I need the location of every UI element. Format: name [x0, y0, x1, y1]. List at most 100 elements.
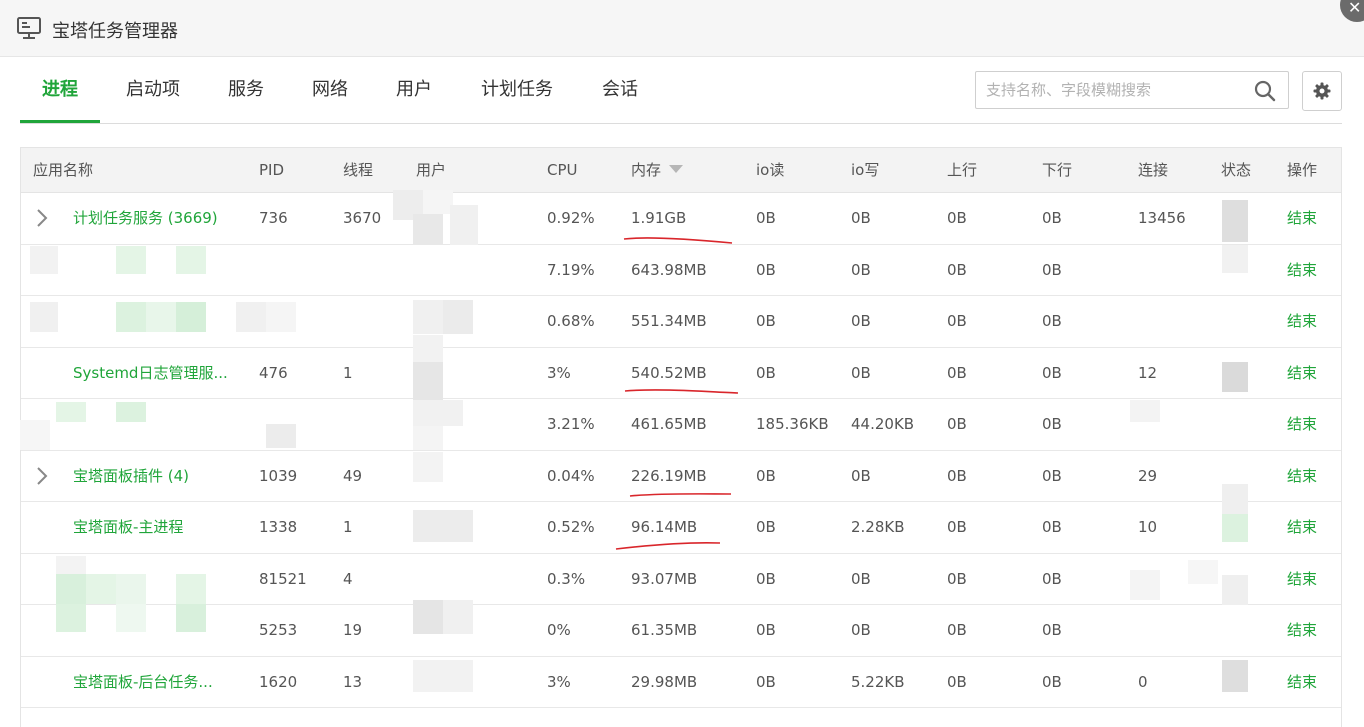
cell-down: 0B: [1042, 466, 1062, 485]
table-row[interactable]: 宝塔面板-主进程 1338 1 0.52% 96.14MB 0B 2.28KB 0B 0B 10 结…: [21, 502, 1341, 554]
table-row[interactable]: 7.19% 643.98MB 0B 0B 0B 0B 结束: [21, 245, 1341, 296]
redaction-mosaic: [413, 426, 443, 450]
settings-button[interactable]: [1302, 71, 1342, 111]
cell-pid: 1039: [259, 466, 298, 485]
cell-conn: 0: [1138, 672, 1148, 691]
end-process-button[interactable]: 结束: [1287, 554, 1317, 604]
table-row[interactable]: 5253 19 0% 61.35MB 0B 0B 0B 0B 结束: [21, 605, 1341, 657]
table-row[interactable]: Systemd日志管理服... 476 1 3% 540.52MB 0B 0B 0B 0B 12 结…: [21, 348, 1341, 399]
cell-name[interactable]: 宝塔面板-后台任务...: [73, 657, 213, 707]
cell-io-write: 0B: [851, 569, 871, 588]
redaction-mosaic: [176, 604, 206, 632]
end-process-button[interactable]: 结束: [1287, 296, 1317, 346]
table-row[interactable]: 计划任务服务 (3669) 736 3670 0.92% 1.91GB 0B 0B 0B 0B 1…: [21, 193, 1341, 245]
end-process-button[interactable]: 结束: [1287, 245, 1317, 295]
col-threads[interactable]: 线程: [343, 148, 373, 193]
col-conn[interactable]: 连接: [1138, 148, 1168, 193]
cell-io-write: 44.20KB: [851, 415, 915, 433]
cell-cpu: 0%: [547, 621, 571, 639]
cell-io-read: 0B: [756, 569, 776, 588]
redaction-mosaic: [423, 190, 453, 214]
redaction-mosaic: [413, 510, 473, 542]
end-process-button[interactable]: 结束: [1287, 193, 1317, 243]
tab-network[interactable]: 网络: [300, 62, 360, 123]
table-row[interactable]: 宝塔面板插件 (4) 1039 49 0.04% 226.19MB 0B 0B 0B 0B 29 结…: [21, 451, 1341, 502]
redaction-mosaic: [413, 362, 443, 400]
search-input[interactable]: [976, 72, 1266, 108]
redaction-mosaic: [56, 402, 86, 422]
cell-up: 0B: [947, 260, 967, 279]
cell-io-read: 0B: [756, 260, 776, 279]
col-io-read[interactable]: io读: [756, 148, 784, 193]
chevron-right-icon[interactable]: [35, 208, 49, 228]
redaction-mosaic: [1222, 514, 1248, 542]
cell-up: 0B: [947, 209, 967, 227]
cell-up: 0B: [947, 621, 967, 639]
end-process-button[interactable]: 结束: [1287, 348, 1317, 398]
table-row[interactable]: 0.68% 551.34MB 0B 0B 0B 0B 结束: [21, 296, 1341, 348]
cell-down: 0B: [1042, 621, 1062, 639]
search-box: [975, 71, 1289, 109]
redaction-mosaic: [56, 604, 86, 632]
cell-io-write: 5.22KB: [851, 672, 905, 691]
cell-io-read: 0B: [756, 672, 776, 691]
cell-threads: 3670: [343, 209, 382, 227]
col-mem[interactable]: 内存: [631, 148, 684, 193]
cell-pid: 5253: [259, 621, 298, 639]
redaction-mosaic: [1222, 575, 1248, 605]
cell-conn: 29: [1138, 466, 1158, 485]
col-name[interactable]: 应用名称: [33, 148, 93, 193]
end-process-button[interactable]: 结束: [1287, 605, 1317, 655]
cell-mem: 1.91GB: [631, 209, 687, 227]
cell-up: 0B: [947, 363, 967, 382]
col-down[interactable]: 下行: [1042, 148, 1072, 193]
cell-pid: 476: [259, 363, 288, 382]
table-row[interactable]: 宝塔面板-后台任务... 1620 13 3% 29.98MB 0B 5.22KB 0B 0B 0…: [21, 657, 1341, 708]
cell-name[interactable]: 计划任务服务 (3669): [73, 193, 218, 243]
col-io-write[interactable]: io写: [851, 148, 879, 193]
redaction-mosaic: [116, 246, 146, 274]
tab-processes[interactable]: 进程: [20, 62, 100, 123]
redaction-mosaic: [116, 302, 146, 332]
col-user[interactable]: 用户: [416, 148, 446, 193]
redaction-mosaic: [413, 600, 443, 634]
end-process-button[interactable]: 结束: [1287, 451, 1317, 501]
close-icon[interactable]: ✕: [1340, 0, 1364, 22]
tab-startup[interactable]: 启动项: [116, 62, 190, 123]
col-cpu[interactable]: CPU: [547, 148, 578, 193]
chevron-right-icon[interactable]: [35, 466, 49, 486]
cell-io-read: 0B: [756, 312, 776, 330]
cell-down: 0B: [1042, 672, 1062, 691]
col-pid[interactable]: PID: [259, 148, 284, 193]
end-process-button[interactable]: 结束: [1287, 502, 1317, 552]
cell-io-write: 0B: [851, 260, 871, 279]
redaction-mosaic: [86, 574, 116, 604]
cell-mem: 93.07MB: [631, 569, 698, 588]
search-icon[interactable]: [1254, 80, 1276, 102]
cell-threads: 4: [343, 569, 353, 588]
redaction-mosaic: [1222, 362, 1248, 392]
redaction-mosaic: [1130, 570, 1160, 600]
cell-threads: 19: [343, 621, 363, 639]
cell-name[interactable]: 宝塔面板-主进程: [73, 502, 183, 552]
cell-down: 0B: [1042, 312, 1062, 330]
tab-services[interactable]: 服务: [216, 62, 276, 123]
tab-scheduled-tasks[interactable]: 计划任务: [470, 62, 564, 123]
cell-conn: 13456: [1138, 209, 1186, 227]
col-up[interactable]: 上行: [947, 148, 977, 193]
redaction-mosaic: [116, 604, 146, 632]
cell-cpu: 3.21%: [547, 415, 595, 433]
tab-users[interactable]: 用户: [384, 62, 444, 123]
end-process-button[interactable]: 结束: [1287, 399, 1317, 449]
sort-desc-icon[interactable]: [669, 165, 684, 173]
cell-down: 0B: [1042, 518, 1062, 536]
tab-sessions[interactable]: 会话: [590, 62, 650, 123]
col-op: 操作: [1287, 161, 1318, 179]
redaction-mosaic: [20, 420, 50, 450]
cell-name[interactable]: Systemd日志管理服...: [73, 348, 228, 398]
cell-mem: 226.19MB: [631, 466, 707, 485]
end-process-button[interactable]: 结束: [1287, 657, 1317, 707]
cell-name[interactable]: 宝塔面板插件 (4): [73, 451, 189, 501]
cell-io-write: 2.28KB: [851, 518, 905, 536]
redaction-mosaic: [413, 335, 443, 365]
